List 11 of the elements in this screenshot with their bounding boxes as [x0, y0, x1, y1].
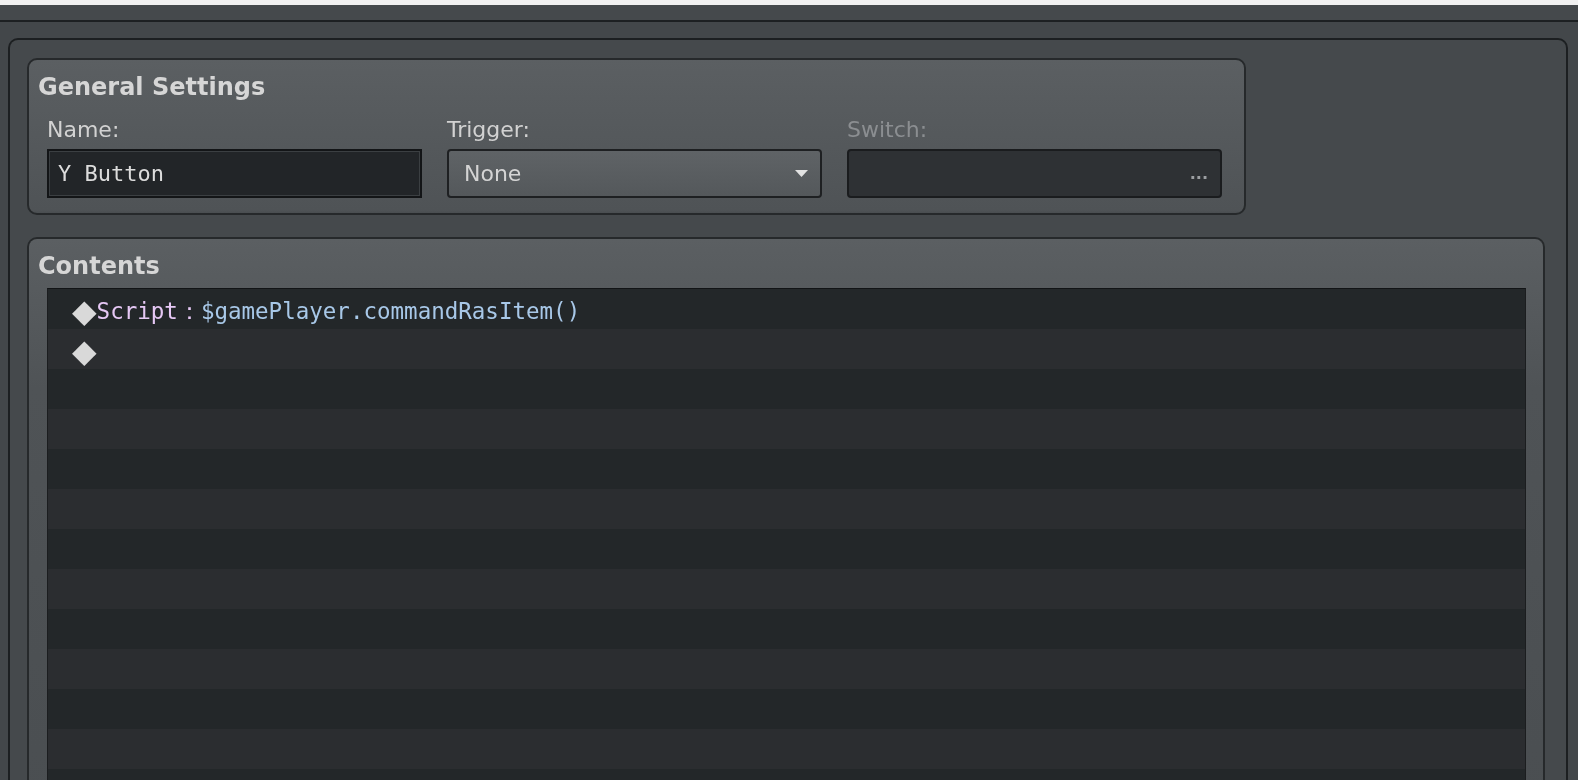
caret-icon [795, 170, 808, 177]
group-title: Contents [38, 251, 160, 281]
field-label: Name: [47, 117, 120, 143]
name-input-field[interactable]: Y Button [47, 149, 422, 198]
trigger-dropdown[interactable]: None [447, 149, 822, 198]
command-marker: ◆ [72, 333, 97, 368]
command-argument: $gamePlayer.commandRasItem() [200, 296, 581, 326]
command-marker: ◆ [72, 293, 97, 328]
command-name: Script： [96, 296, 201, 324]
group-title: General Settings [38, 72, 266, 102]
field-label: Trigger: [447, 117, 530, 143]
